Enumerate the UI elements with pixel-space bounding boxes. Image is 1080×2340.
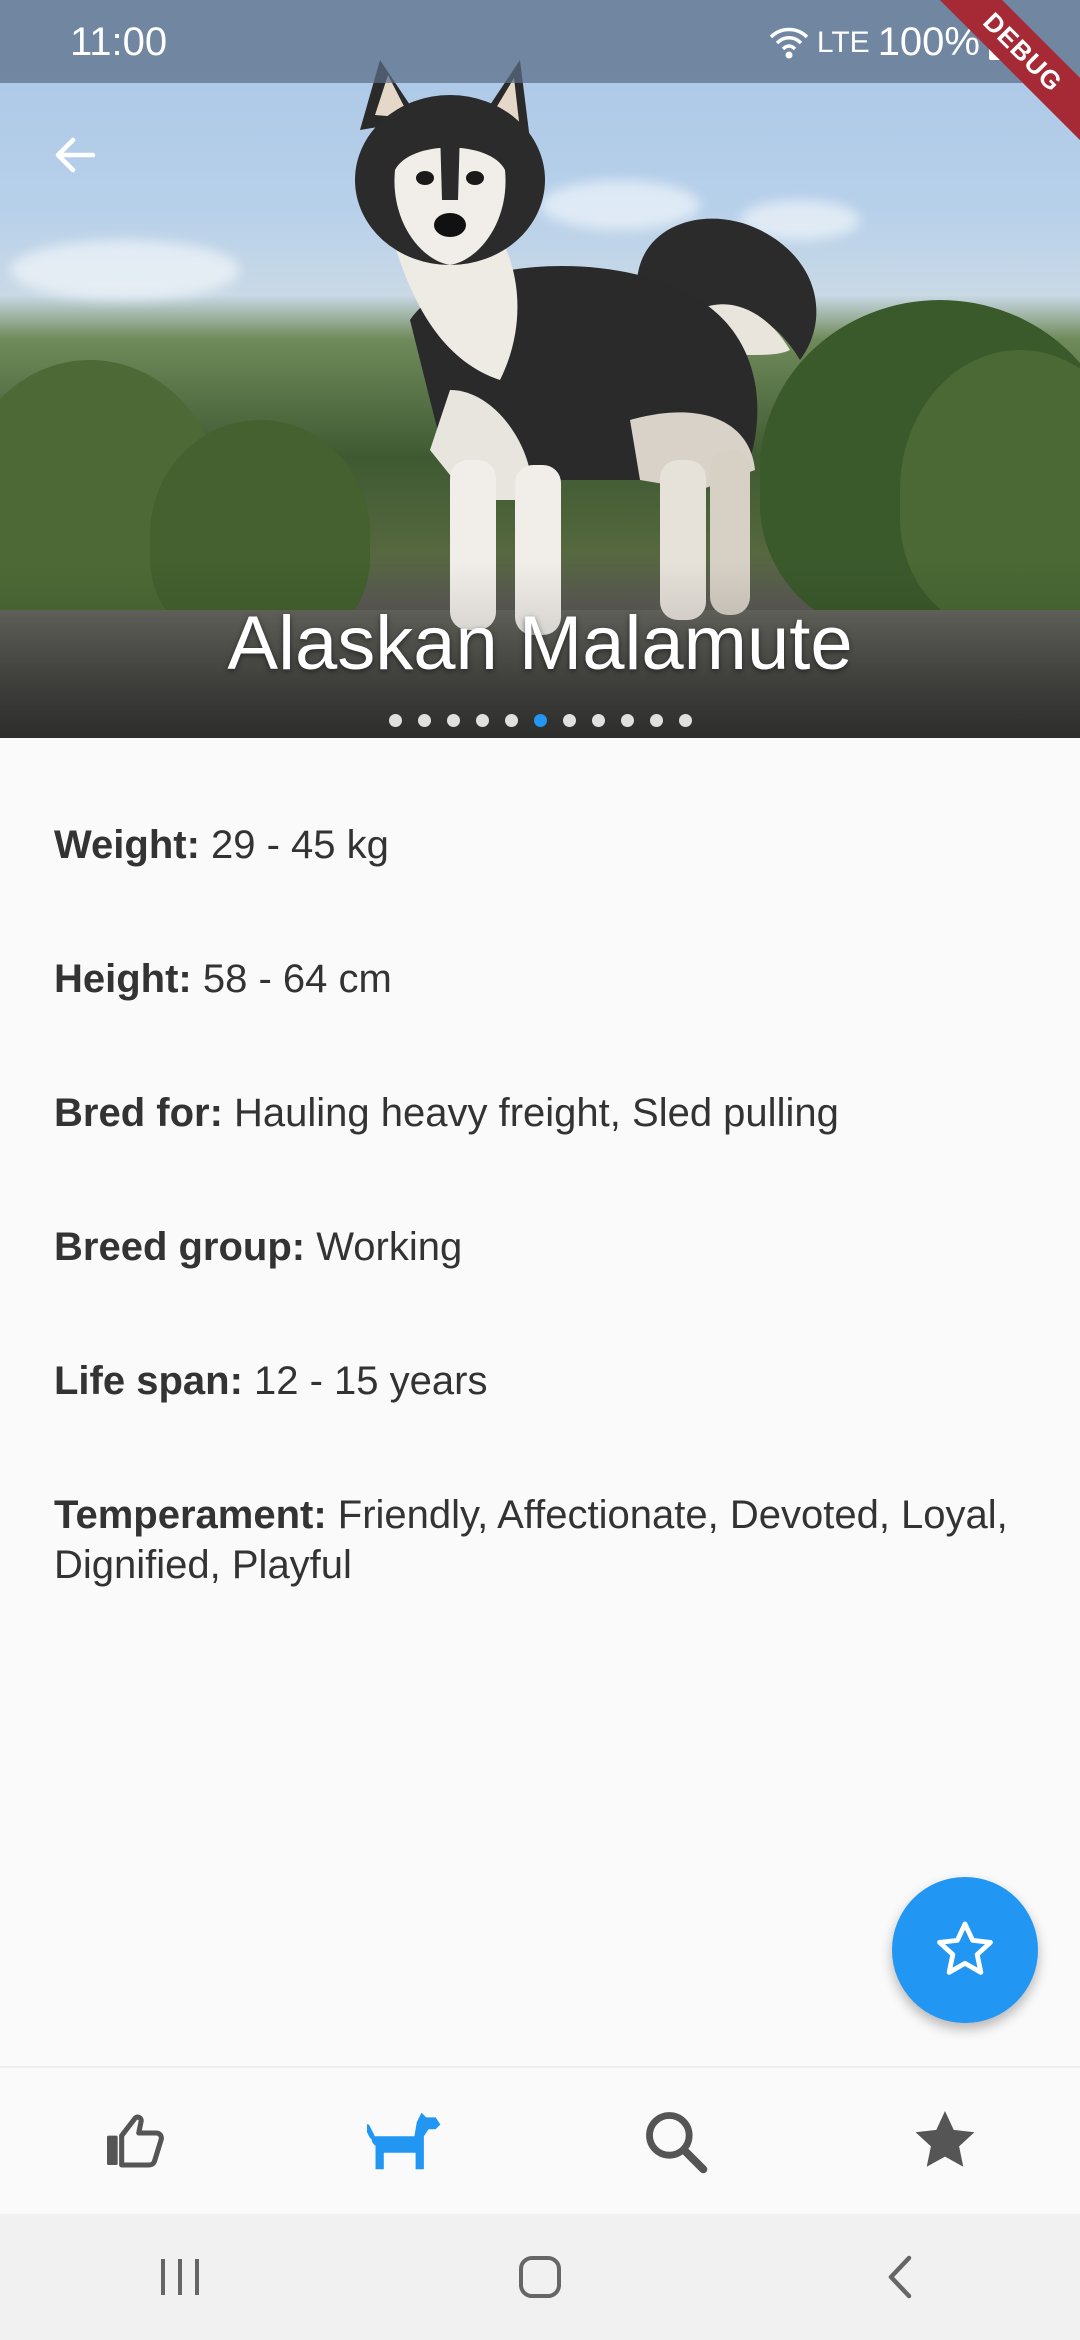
page-dot[interactable] xyxy=(475,714,489,727)
page-dot[interactable] xyxy=(562,714,576,727)
thumb-up-icon xyxy=(107,2114,164,2168)
page-dot[interactable] xyxy=(417,714,431,727)
star-outline-icon xyxy=(937,1921,993,1975)
network-type: LTE xyxy=(816,25,870,59)
favorite-fab-button[interactable] xyxy=(892,1877,1038,2023)
page-dot[interactable] xyxy=(620,714,634,727)
page-dot[interactable] xyxy=(446,714,460,727)
home-button[interactable] xyxy=(480,2227,600,2327)
detail-label: Bred for: xyxy=(54,1091,223,1135)
page-dot[interactable] xyxy=(388,714,402,727)
nav-item-search[interactable] xyxy=(615,2081,735,2201)
detail-value: 58 - 64 cm xyxy=(191,957,392,1001)
detail-row: Height: 58 - 64 cm xyxy=(54,954,1044,1004)
detail-label: Life span: xyxy=(54,1359,243,1403)
detail-label: Height: xyxy=(54,957,192,1001)
detail-value: Hauling heavy freight, Sled pulling xyxy=(222,1091,839,1135)
detail-row: Life span: 12 - 15 years xyxy=(54,1356,1044,1406)
page-dot-active[interactable] xyxy=(533,714,547,727)
detail-label: Breed group: xyxy=(54,1225,306,1269)
home-icon xyxy=(519,2256,561,2298)
arrow-back-icon xyxy=(55,137,96,173)
search-icon xyxy=(646,2112,708,2174)
page-dot[interactable] xyxy=(591,714,605,727)
system-navigation-bar xyxy=(0,2214,1080,2340)
detail-label: Temperament: xyxy=(54,1493,327,1537)
system-back-button[interactable] xyxy=(840,2227,960,2327)
detail-label: Weight: xyxy=(54,823,200,867)
status-bar: 11:00 LTE 100% xyxy=(0,0,1080,83)
nav-item-likes[interactable] xyxy=(75,2081,195,2201)
bottom-navigation xyxy=(0,2066,1080,2214)
status-time: 11:00 xyxy=(70,20,168,64)
recent-apps-icon xyxy=(161,2259,199,2295)
page-dot[interactable] xyxy=(504,714,518,727)
nav-item-breeds[interactable] xyxy=(345,2081,465,2201)
page-dot[interactable] xyxy=(678,714,692,727)
detail-value: Working xyxy=(305,1225,463,1269)
detail-row: Temperament: Friendly, Affectionate, Dev… xyxy=(54,1490,1044,1590)
wifi-icon xyxy=(769,27,809,58)
page-dot[interactable] xyxy=(649,714,663,727)
detail-row: Weight: 29 - 45 kg xyxy=(54,820,1044,870)
back-button[interactable] xyxy=(40,120,110,190)
breed-detail-screen: 11:00 LTE 100% DEBUG Alaskan Malamute We… xyxy=(0,0,1080,2340)
breed-details: Weight: 29 - 45 kg Height: 58 - 64 cm Bred… xyxy=(54,820,1044,1674)
detail-value: 12 - 15 years xyxy=(242,1359,488,1403)
chevron-left-icon xyxy=(888,2255,912,2299)
detail-row: Bred for: Hauling heavy freight, Sled pu… xyxy=(54,1088,1044,1138)
breed-title: Alaskan Malamute xyxy=(227,601,853,686)
star-icon xyxy=(915,2111,975,2167)
detail-value: 29 - 45 kg xyxy=(199,823,389,867)
battery-percent: 100% xyxy=(877,20,980,64)
image-page-indicator xyxy=(0,714,1080,727)
detail-row: Breed group: Working xyxy=(54,1222,1044,1272)
dog-icon xyxy=(367,2112,441,2170)
nav-item-favorites[interactable] xyxy=(885,2081,1005,2201)
recent-apps-button[interactable] xyxy=(120,2227,240,2327)
